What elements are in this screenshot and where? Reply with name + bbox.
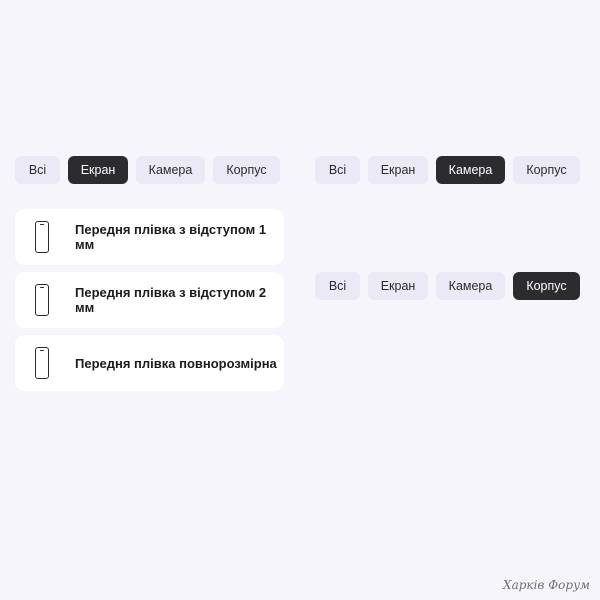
tab-all[interactable]: Всі [315,272,360,300]
tab-all[interactable]: Всі [15,156,60,184]
watermark: Харків Форум [503,578,590,592]
phone-icon [35,221,49,253]
film-option-label: Передня плівка повнорозмірна [75,355,277,371]
film-option-label: Передня плівка з відступом 2 мм [75,285,267,315]
tab-screen[interactable]: Екран [68,156,128,184]
tab-screen[interactable]: Екран [368,156,428,184]
tab-body[interactable]: Корпус [513,156,580,184]
filter-tabs-camera-active: Всі Екран Камера Корпус [315,156,580,184]
tab-camera[interactable]: Камера [136,156,205,184]
tab-body[interactable]: Корпус [213,156,280,184]
tab-camera[interactable]: Камера [436,272,505,300]
filter-tabs-body-active: Всі Екран Камера Корпус [315,272,580,300]
tab-all[interactable]: Всі [315,156,360,184]
phone-icon [35,284,49,316]
film-option-card[interactable]: Передня плівка з відступом 1 мм [15,209,284,265]
film-option-list: Передня плівка з відступом 1 мм Передня … [15,209,284,398]
tab-screen[interactable]: Екран [368,272,428,300]
tab-body[interactable]: Корпус [513,272,580,300]
film-option-label: Передня плівка з відступом 1 мм [75,222,267,252]
film-option-card[interactable]: Передня плівка з відступом 2 мм [15,272,284,328]
phone-icon [35,347,49,379]
film-option-card[interactable]: Передня плівка повнорозмірна [15,335,284,391]
tab-camera[interactable]: Камера [436,156,505,184]
filter-tabs-screen-active: Всі Екран Камера Корпус [15,156,280,184]
